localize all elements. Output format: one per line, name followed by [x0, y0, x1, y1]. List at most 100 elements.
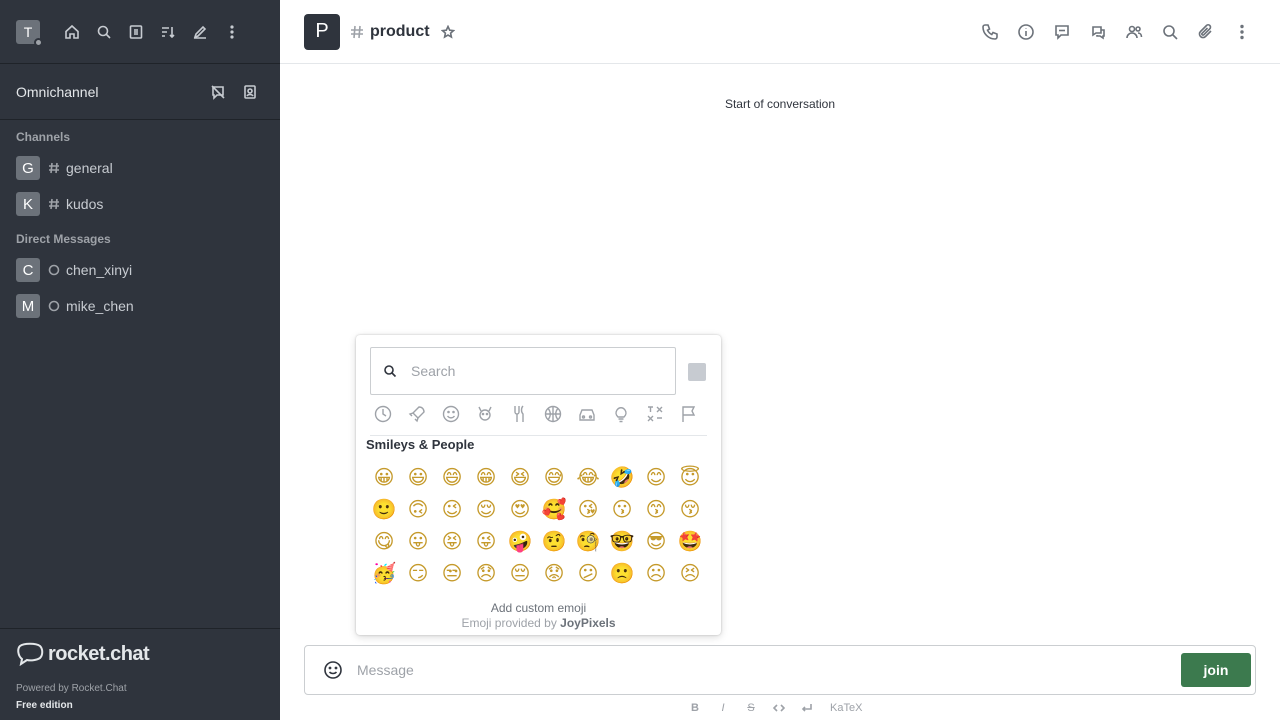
emoji-item[interactable]: 😘 [574, 495, 602, 523]
emoji-item[interactable]: 😆 [506, 463, 534, 491]
sidebar-menu-button[interactable] [218, 18, 246, 46]
emoji-item[interactable]: 😍 [506, 495, 534, 523]
omnichannel-contact-center-button[interactable] [236, 78, 264, 106]
tab-flags[interactable] [676, 401, 702, 427]
tab-objects[interactable] [608, 401, 634, 427]
sort-button[interactable] [154, 18, 182, 46]
emoji-item[interactable]: 😌 [472, 495, 500, 523]
emoji-item[interactable]: 😕 [574, 559, 602, 587]
emoji-item[interactable]: 😀 [370, 463, 398, 491]
emoji-item[interactable]: 😄 [438, 463, 466, 491]
sidebar-item-mike-chen[interactable]: M mike_chen [0, 288, 280, 324]
emoji-item[interactable]: 😜 [472, 527, 500, 555]
italic-button[interactable]: I [712, 698, 734, 718]
call-button[interactable] [976, 18, 1004, 46]
sidebar-item-chen-xinyi[interactable]: C chen_xinyi [0, 252, 280, 288]
powered-by-text: Powered by Rocket.Chat [16, 683, 127, 694]
search-messages-button[interactable] [1156, 18, 1184, 46]
emoji-item[interactable]: 🙂 [370, 495, 398, 523]
room-name: kudos [66, 196, 104, 212]
code-button[interactable] [768, 698, 790, 718]
tab-custom[interactable] [404, 401, 430, 427]
emoji-item[interactable]: 😇 [676, 463, 704, 491]
room-kebab-menu-button[interactable] [1228, 18, 1256, 46]
emoji-item[interactable]: 😝 [438, 527, 466, 555]
emoji-item[interactable]: 😣 [676, 559, 704, 587]
emoji-item[interactable]: 😎 [642, 527, 670, 555]
emoji-item[interactable]: 🙃 [404, 495, 432, 523]
members-button[interactable] [1120, 18, 1148, 46]
emoji-item[interactable]: 😞 [472, 559, 500, 587]
emoji-item[interactable]: 🥳 [370, 559, 398, 587]
emoji-item[interactable]: 😗 [608, 495, 636, 523]
emoji-item[interactable]: 😒 [438, 559, 466, 587]
emoji-item[interactable]: 😚 [676, 495, 704, 523]
format-toolbar: B I S KaTeX [684, 698, 862, 718]
bold-button[interactable]: B [684, 698, 706, 718]
add-custom-emoji-button[interactable]: Add custom emoji [370, 601, 707, 615]
favorite-button[interactable] [438, 22, 458, 42]
room-header: P product [280, 0, 1280, 64]
strike-button[interactable]: S [740, 698, 762, 718]
emoji-search-input[interactable] [411, 363, 663, 379]
emoji-item[interactable]: 🤨 [540, 527, 568, 555]
sidebar-topbar: T [0, 0, 280, 64]
files-button[interactable] [1192, 18, 1220, 46]
emoji-item[interactable]: 😅 [540, 463, 568, 491]
emoji-item[interactable]: 🥰 [540, 495, 568, 523]
sidebar-footer: rocket.chat Powered by Rocket.Chat Free … [0, 628, 280, 720]
room-name: general [66, 160, 113, 176]
search-button[interactable] [90, 18, 118, 46]
emoji-item[interactable]: 😉 [438, 495, 466, 523]
threads-button[interactable] [1048, 18, 1076, 46]
tab-smileys-people[interactable] [438, 401, 464, 427]
sidebar-item-general[interactable]: G general [0, 150, 280, 186]
emoji-item[interactable]: 😊 [642, 463, 670, 491]
emoji-item[interactable]: 😁 [472, 463, 500, 491]
emoji-item[interactable]: 😃 [404, 463, 432, 491]
tab-activities[interactable] [540, 401, 566, 427]
emoji-button[interactable] [309, 658, 357, 682]
omnichannel-availability-button[interactable] [204, 78, 232, 106]
dm-section-title: Direct Messages [16, 232, 111, 246]
room-info-button[interactable] [1012, 18, 1040, 46]
emoji-item[interactable]: 🤣 [608, 463, 636, 491]
ball-icon [544, 405, 562, 423]
multiline-button[interactable] [796, 698, 818, 718]
emoji-item[interactable]: 🤩 [676, 527, 704, 555]
app-root: T Omnichannel Channels G general K kudos… [0, 0, 1280, 720]
emoji-item[interactable]: 😟 [540, 559, 568, 587]
sidebar-item-kudos[interactable]: K kudos [0, 186, 280, 222]
user-avatar[interactable]: T [16, 19, 43, 47]
message-input[interactable] [357, 658, 1181, 682]
emoji-item[interactable]: 😛 [404, 527, 432, 555]
search-icon [1163, 24, 1178, 40]
emoji-item[interactable]: 🧐 [574, 527, 602, 555]
discussions-button[interactable] [1084, 18, 1112, 46]
tab-food-drink[interactable] [506, 401, 532, 427]
edit-icon [193, 25, 207, 39]
join-button[interactable]: join [1181, 653, 1251, 687]
emoji-item[interactable]: 😏 [404, 559, 432, 587]
create-new-button[interactable] [186, 18, 214, 46]
katex-label[interactable]: KaTeX [830, 702, 862, 714]
directory-button[interactable] [122, 18, 150, 46]
home-button[interactable] [58, 18, 86, 46]
tab-symbols[interactable] [642, 401, 668, 427]
emoji-item[interactable]: 🤓 [608, 527, 636, 555]
tab-recent[interactable] [370, 401, 396, 427]
tab-animals-nature[interactable] [472, 401, 498, 427]
emoji-item[interactable]: 🤪 [506, 527, 534, 555]
emoji-item[interactable]: 😂 [574, 463, 602, 491]
tab-travel-places[interactable] [574, 401, 600, 427]
emoji-item[interactable]: 🙁 [608, 559, 636, 587]
emoji-category-title: Smileys & People [366, 437, 475, 452]
emoji-item[interactable]: 😔 [506, 559, 534, 587]
skin-tone-button[interactable] [688, 363, 706, 381]
emoji-item[interactable]: 😋 [370, 527, 398, 555]
emoji-item[interactable]: ☹ [642, 559, 670, 587]
code-icon [773, 704, 785, 712]
italic-label: I [721, 702, 725, 714]
emoji-item[interactable]: 😙 [642, 495, 670, 523]
rocketchat-logo[interactable]: rocket.chat [16, 641, 264, 667]
